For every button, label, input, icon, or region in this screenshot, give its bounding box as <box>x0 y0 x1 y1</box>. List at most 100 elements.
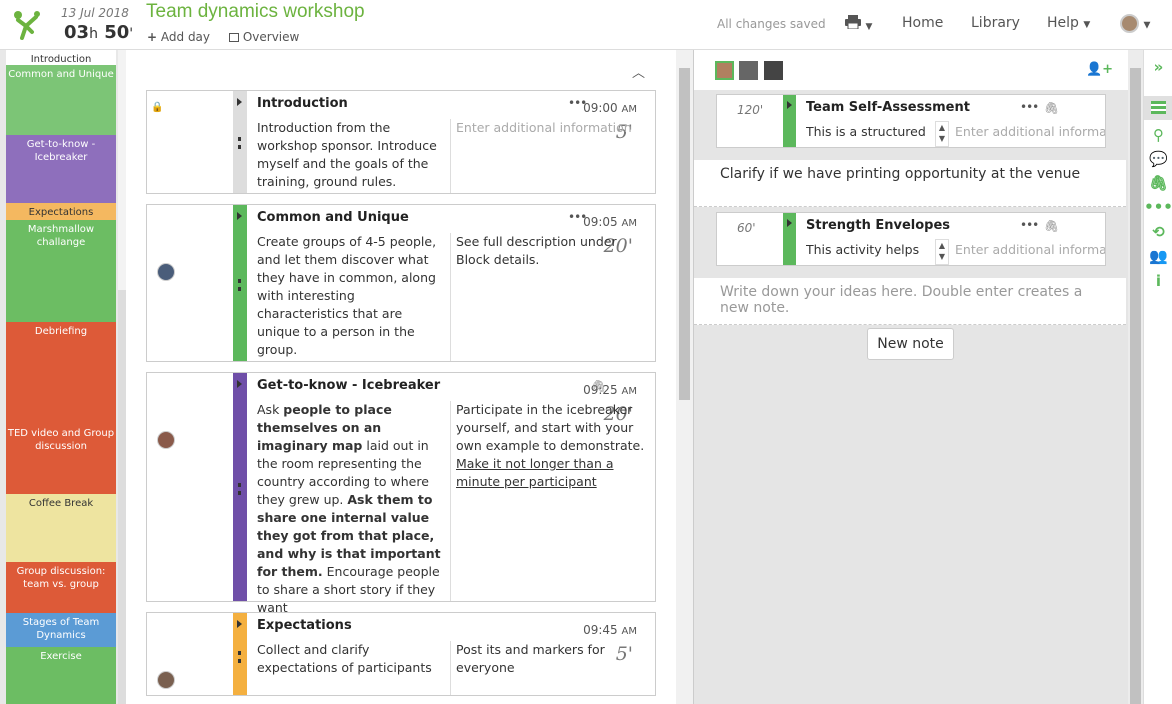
scroll-stepper[interactable]: ▲ ▼ <box>935 121 949 147</box>
more-icon[interactable]: ••• <box>568 96 587 110</box>
block-start-time: 09:00 AM <box>583 101 637 115</box>
agenda-item-common-unique[interactable]: Common and Unique <box>6 65 116 135</box>
drag-handle-icon[interactable] <box>238 137 241 149</box>
block-title[interactable]: Team Self-Assessment <box>806 100 970 115</box>
duration-minutes-unit: ' <box>129 26 134 42</box>
agenda-item-debriefing[interactable]: Debriefing <box>6 322 116 424</box>
nav-library[interactable]: Library <box>971 15 1020 31</box>
team-icon[interactable]: 👥 <box>1144 247 1172 265</box>
block-title[interactable]: Common and Unique <box>257 210 409 225</box>
session-date[interactable]: 13 Jul 2018 <box>61 6 129 20</box>
divider <box>450 233 451 361</box>
info-icon[interactable]: i <box>1144 272 1172 290</box>
user-menu[interactable]: ▼ <box>1120 14 1150 33</box>
block-common-unique[interactable]: 09:05 AM 20' Common and Unique ••• Creat… <box>146 204 656 362</box>
main-scrollbar[interactable] <box>676 50 693 704</box>
overview-button[interactable]: Overview <box>229 30 299 44</box>
library-panel-icon[interactable] <box>1144 96 1172 120</box>
block-description[interactable]: This is a structured <box>806 124 936 146</box>
new-note-button[interactable]: New note <box>867 328 954 360</box>
block-extra-info[interactable]: See full description under Block details… <box>456 233 652 269</box>
more-icon[interactable]: ••• <box>1020 100 1039 114</box>
drag-handle-icon[interactable] <box>238 483 241 495</box>
block-title[interactable]: Get-to-know - Icebreaker <box>257 378 440 393</box>
paperclip-icon[interactable]: 🖇 <box>1044 101 1059 115</box>
comments-icon[interactable]: 💬 <box>1144 150 1172 168</box>
paperclip-icon[interactable]: 🖇 <box>1144 174 1172 192</box>
block-description[interactable]: Introduction from the workshop sponsor. … <box>257 119 445 191</box>
paperclip-icon[interactable]: 🖇 <box>1044 219 1059 233</box>
main-scroll-thumb[interactable] <box>679 68 690 400</box>
note-text[interactable]: Clarify if we have printing opportunity … <box>694 160 1126 207</box>
expand-icon[interactable] <box>237 620 242 628</box>
block-description[interactable]: This activity helps <box>806 242 936 264</box>
divider <box>450 119 451 193</box>
top-bar: 13 Jul 2018 03h 50' Team dynamics worksh… <box>0 0 1172 50</box>
agenda-item-stages[interactable]: Stages of Team Dynamics <box>6 613 116 647</box>
avatar[interactable] <box>715 61 734 80</box>
block-extra-info[interactable]: Post its and markers for everyone <box>456 641 652 677</box>
more-icon[interactable]: ••• <box>1020 218 1039 232</box>
block-icebreaker[interactable]: 09:25 AM 20' Get-to-know - Icebreaker 🖇 … <box>146 372 656 615</box>
block-introduction[interactable]: 🔒 09:00 AM 5' Introduction ••• Introduct… <box>146 90 656 194</box>
notes-scroll-thumb[interactable] <box>1130 68 1141 704</box>
drag-handle-icon[interactable] <box>238 279 241 291</box>
block-title[interactable]: Expectations <box>257 618 352 633</box>
agenda-item-exercise[interactable]: Exercise <box>6 647 116 704</box>
avatar[interactable] <box>739 61 758 80</box>
agenda-item-icebreaker[interactable]: Get-to-know - Icebreaker <box>6 135 116 203</box>
note-input[interactable]: Write down your ideas here. Double enter… <box>694 278 1126 325</box>
block-description[interactable]: Create groups of 4-5 people, and let the… <box>257 233 445 359</box>
add-user-icon[interactable]: 👤+ <box>1086 62 1113 77</box>
library-block-team-self-assessment[interactable]: 120' Team Self-Assessment ••• 🖇 This is … <box>716 94 1106 148</box>
agenda-item-ted-video[interactable]: TED video and Group discussion <box>6 424 116 494</box>
block-time-col <box>147 373 233 601</box>
block-description[interactable]: Collect and clarify expectations of part… <box>257 641 445 677</box>
library-block-strength-envelopes[interactable]: 60' Strength Envelopes ••• 🖇 This activi… <box>716 212 1106 266</box>
app-logo-icon[interactable] <box>10 8 42 40</box>
add-day-button[interactable]: + Add day <box>147 30 210 44</box>
agenda-item-coffee-break[interactable]: Coffee Break <box>6 494 116 562</box>
block-extra-info[interactable]: Enter additional information <box>955 124 1105 139</box>
expand-icon[interactable] <box>787 101 792 109</box>
block-title[interactable]: Introduction <box>257 96 348 111</box>
block-start-time: 09:45 AM <box>583 623 637 637</box>
block-extra-info[interactable]: Enter additional information <box>456 119 652 137</box>
nav-home[interactable]: Home <box>902 15 943 31</box>
avatar[interactable] <box>764 61 783 80</box>
double-chevron-right-icon[interactable]: » <box>1144 58 1172 76</box>
print-menu[interactable]: ▼ <box>845 15 872 33</box>
block-title[interactable]: Strength Envelopes <box>806 218 950 233</box>
block-extra-info[interactable]: Enter additional information <box>955 242 1105 257</box>
agenda-item-expectations[interactable]: Expectations <box>6 203 116 220</box>
more-icon[interactable]: ••• <box>1144 198 1172 216</box>
avatar[interactable] <box>157 671 175 689</box>
block-expectations[interactable]: 09:45 AM 5' Expectations Collect and cla… <box>146 612 656 696</box>
expand-icon[interactable] <box>237 98 242 106</box>
scroll-stepper[interactable]: ▲ ▼ <box>935 239 949 265</box>
agenda-item-group-discussion[interactable]: Group discussion: team vs. group <box>6 562 116 613</box>
chevron-up-icon[interactable]: ︿ <box>632 62 645 81</box>
expand-icon[interactable] <box>787 219 792 227</box>
nav-help[interactable]: Help ▼ <box>1047 15 1090 31</box>
expand-icon[interactable] <box>237 380 242 388</box>
paperclip-icon[interactable]: 🖇 <box>591 379 606 393</box>
expand-icon[interactable] <box>237 212 242 220</box>
agenda-scrollbar[interactable] <box>118 50 126 704</box>
session-title[interactable]: Team dynamics workshop <box>146 1 365 23</box>
agenda-scroll-thumb[interactable] <box>118 290 126 704</box>
block-extra-info[interactable]: Participate in the icebreaker yourself, … <box>456 401 652 491</box>
chevron-down-icon: ▼ <box>1143 20 1151 31</box>
more-icon[interactable]: ••• <box>568 210 587 224</box>
search-icon[interactable]: ⚲ <box>1144 126 1172 144</box>
agenda-sidebar: Introduction Common and Unique Get-to-kn… <box>0 50 118 704</box>
avatar[interactable] <box>157 263 175 281</box>
agenda-item-marshmallow[interactable]: Marshmallow challange <box>6 220 116 322</box>
history-icon[interactable]: ⟲ <box>1144 223 1172 241</box>
drag-handle-icon[interactable] <box>238 651 241 663</box>
block-description[interactable]: Ask people to place themselves on an ima… <box>257 401 445 617</box>
chevron-down-icon: ▼ <box>865 22 873 32</box>
agenda-item-introduction[interactable]: Introduction <box>6 50 116 65</box>
avatar[interactable] <box>157 431 175 449</box>
notes-scrollbar[interactable] <box>1128 50 1143 704</box>
